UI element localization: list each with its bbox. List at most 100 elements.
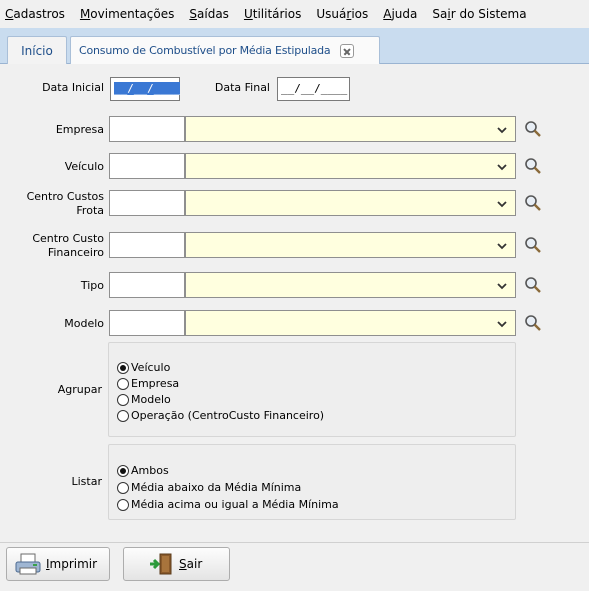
menu-label: r do Sistema [450,7,527,21]
tab-consumo-combustivel[interactable]: Consumo de Combustível por Média Estipul… [70,36,380,64]
centro-custos-frota-label-line2: Frota [76,204,104,217]
menu-label: aídas [197,7,229,21]
radio-label: Veículo [131,361,171,374]
centro-custo-financeiro-label: Centro Custo Financeiro [4,232,104,260]
centro-custo-financeiro-label-line2: Financeiro [47,246,104,259]
chevron-down-icon [497,201,507,208]
chevron-down-icon [497,164,507,171]
radio-button[interactable] [117,498,129,511]
tab-label: Início [21,43,53,58]
modelo-code-input[interactable] [109,310,185,336]
radio-button[interactable] [117,377,129,390]
listar-radio-group: Ambos Média abaixo da Média Mínima Média… [108,444,516,520]
centro-custo-financeiro-code-input[interactable] [109,232,185,258]
menu-accel: U [243,7,253,21]
menu-saidas[interactable]: Saídas [189,7,229,21]
menu-cadastros[interactable]: Cadastros [5,7,65,21]
agrupar-radio-group: Veículo Empresa Modelo Operação (CentroC… [108,342,516,437]
search-icon[interactable] [523,275,543,295]
tab-strip: Início Consumo de Combustível por Média … [0,28,589,64]
agrupar-option-veiculo[interactable]: Veículo [117,360,170,375]
tipo-label: Tipo [80,279,104,292]
search-icon[interactable] [523,119,543,139]
print-button-label: Imprimir [46,557,97,571]
empresa-select[interactable] [185,116,516,142]
listar-option-acima[interactable]: Média acima ou igual a Média Mínima [117,497,339,512]
tipo-select[interactable] [185,272,516,298]
search-icon[interactable] [523,156,543,176]
listar-label: Listar [71,475,103,488]
button-bar: Imprimir Sair [0,542,589,591]
tab-label: Consumo de Combustível por Média Estipul… [79,44,331,57]
chevron-down-icon [497,321,507,328]
menu-movimentacoes[interactable]: Movimentações [80,7,174,21]
menu-accel: M [79,7,91,21]
radio-label: Ambos [131,464,169,477]
empresa-label: Empresa [55,123,104,136]
radio-label: Média abaixo da Média Mínima [131,481,302,494]
radio-button[interactable] [117,481,129,494]
agrupar-option-empresa[interactable]: Empresa [117,376,179,391]
menu-accel: S [189,7,198,21]
agrupar-label: Agrupar [57,383,102,396]
menu-usuarios[interactable]: Usuários [316,7,368,21]
chevron-down-icon [497,243,507,250]
centro-custos-frota-code-input[interactable] [109,190,185,216]
tab-inicio[interactable]: Início [7,36,67,64]
agrupar-option-operacao[interactable]: Operação (CentroCusto Financeiro) [117,408,324,423]
empresa-code-input[interactable] [109,116,185,142]
end-date-label: Data Final [214,81,270,94]
start-date-label: Data Inicial [42,81,104,94]
radio-label: Empresa [131,377,180,390]
listar-option-abaixo[interactable]: Média abaixo da Média Mínima [117,480,301,495]
end-date-field[interactable]: __/__/____ [277,77,350,101]
menu-utilitarios[interactable]: Utilitários [244,7,301,21]
centro-custos-frota-select[interactable] [185,190,516,216]
start-date-value: __/__/____ [114,82,181,95]
radio-button[interactable] [117,361,129,374]
menu-sair-do-sistema[interactable]: Sair do Sistema [432,7,526,21]
centro-custo-financeiro-label-line1: Centro Custo [32,232,104,245]
tipo-code-input[interactable] [109,272,185,298]
exit-button-label: Sair [179,557,202,571]
agrupar-option-modelo[interactable]: Modelo [117,392,171,407]
menu-label: juda [391,7,418,21]
radio-button[interactable] [117,393,129,406]
exit-button[interactable]: Sair [123,547,230,581]
modelo-label: Modelo [64,317,104,330]
veiculo-select[interactable] [185,153,516,179]
menu-label: ios [351,7,369,21]
menu-label: Sa [432,7,448,21]
modelo-select[interactable] [185,310,516,336]
radio-label: Operação (CentroCusto Financeiro) [131,409,325,422]
menu-label: Usuá [316,7,347,21]
search-icon[interactable] [523,313,543,333]
listar-option-ambos[interactable]: Ambos [117,463,169,478]
exit-door-icon [150,553,172,575]
start-date-field[interactable]: __/__/____ [110,77,181,101]
menu-label: adastros [13,7,65,21]
print-label-rest: mprimir [49,557,98,571]
close-icon[interactable] [340,43,355,58]
veiculo-code-input[interactable] [109,153,185,179]
chevron-down-icon [497,283,507,290]
centro-custos-frota-label: Centro Custos Frota [4,190,104,218]
menu-label: tilitários [252,7,302,21]
exit-accel: S [179,557,187,571]
radio-button[interactable] [117,409,129,422]
search-icon[interactable] [523,235,543,255]
exit-label-rest: air [186,557,203,571]
report-form: Data Inicial __/__/____ Data Final __/__… [0,64,589,542]
end-date-value: __/__/____ [281,82,348,95]
radio-label: Modelo [131,393,171,406]
radio-button[interactable] [117,464,129,477]
print-button[interactable]: Imprimir [6,547,110,581]
veiculo-label: Veículo [64,160,104,173]
radio-label: Média acima ou igual a Média Mínima [131,498,339,511]
menu-bar: Cadastros Movimentações Saídas Utilitári… [0,0,589,28]
chevron-down-icon [497,127,507,134]
printer-icon [15,553,41,575]
search-icon[interactable] [523,193,543,213]
centro-custo-financeiro-select[interactable] [185,232,516,258]
menu-ajuda[interactable]: Ajuda [383,7,417,21]
